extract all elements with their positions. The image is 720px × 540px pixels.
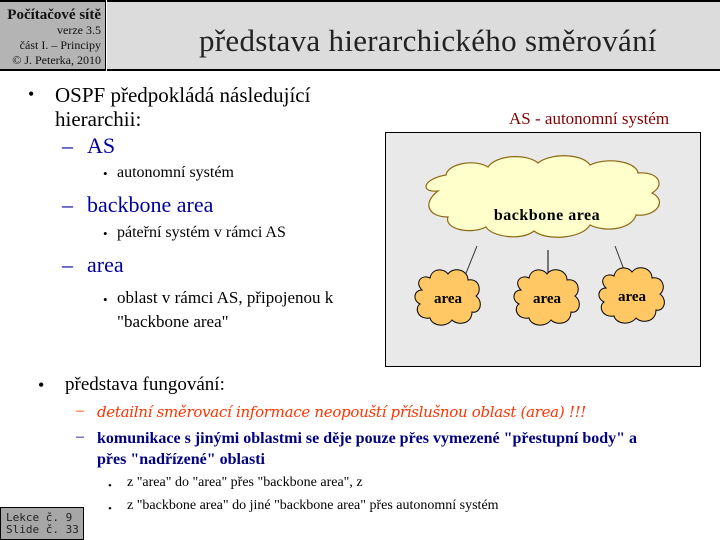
bullet-icon: •	[108, 503, 112, 515]
bullet-icon: •	[103, 292, 108, 307]
bullet-icon: •	[28, 84, 35, 104]
communication-text-line2: přes "nadřízené" oblasti	[97, 451, 265, 468]
sub-item: z "backbone area" do jiné "backbone area…	[127, 498, 499, 513]
diagram-canvas: backbone area area area area	[414, 155, 665, 326]
term-as: AS	[87, 133, 116, 158]
slide-number-box: Lekce č. 9 Slide č. 33	[0, 507, 84, 540]
dash-icon: –	[76, 402, 84, 419]
area-cloud-3: area	[598, 267, 665, 324]
course-info-box: Počítačové sítě verze 3.5 část I. – Prin…	[0, 0, 106, 71]
course-part: část I. – Principy	[19, 38, 101, 52]
course-name: Počítačové sítě	[7, 7, 101, 23]
slide-number: Slide č. 33	[6, 523, 79, 536]
as-diagram: backbone area area area area	[385, 132, 701, 367]
area-label: area	[533, 291, 562, 307]
bullet-icon: •	[38, 375, 45, 395]
term-area: area	[87, 252, 124, 277]
desc-as: autonomní systém	[117, 164, 234, 181]
section-title-functioning: představa fungování:	[65, 374, 225, 395]
area-cloud-1: area	[414, 269, 481, 326]
title-bar: představa hierarchického směrování	[107, 0, 720, 71]
term-backbone-area: backbone area	[87, 192, 214, 217]
course-author: © J. Peterka, 2010	[12, 53, 101, 67]
bullet-icon: •	[108, 480, 112, 492]
backbone-label: backbone area	[494, 207, 600, 224]
course-version: verze 3.5	[57, 23, 101, 37]
dash-icon: –	[62, 192, 73, 217]
intro-text-line1: OSPF předpokládá následující	[55, 83, 311, 107]
intro-text-line2: hierarchii:	[55, 107, 142, 131]
area-label: area	[434, 291, 463, 307]
bullet-icon: •	[103, 226, 108, 241]
slide-title: představa hierarchického směrování	[199, 23, 657, 58]
area-label: area	[618, 289, 647, 305]
dash-icon: –	[62, 252, 73, 277]
bullet-icon: •	[103, 166, 108, 181]
warning-text: detailní směrovací informace neopouští p…	[97, 403, 587, 421]
desc-area-line1: oblast v rámci AS, připojenou k	[117, 288, 334, 307]
sub-item: z "area" do "area" přes "backbone area",…	[127, 475, 363, 490]
backbone-cloud-shape	[425, 155, 660, 238]
as-caption: AS - autonomní systém	[509, 109, 670, 128]
desc-area-line2: "backbone area"	[117, 312, 229, 331]
dash-icon: –	[62, 133, 73, 158]
desc-backbone-area: páteřní systém v rámci AS	[117, 224, 286, 241]
dash-icon: –	[76, 428, 84, 445]
area-cloud-2: area	[513, 269, 580, 326]
communication-text-line1: komunikace s jinými oblastmi se děje pou…	[97, 430, 637, 447]
